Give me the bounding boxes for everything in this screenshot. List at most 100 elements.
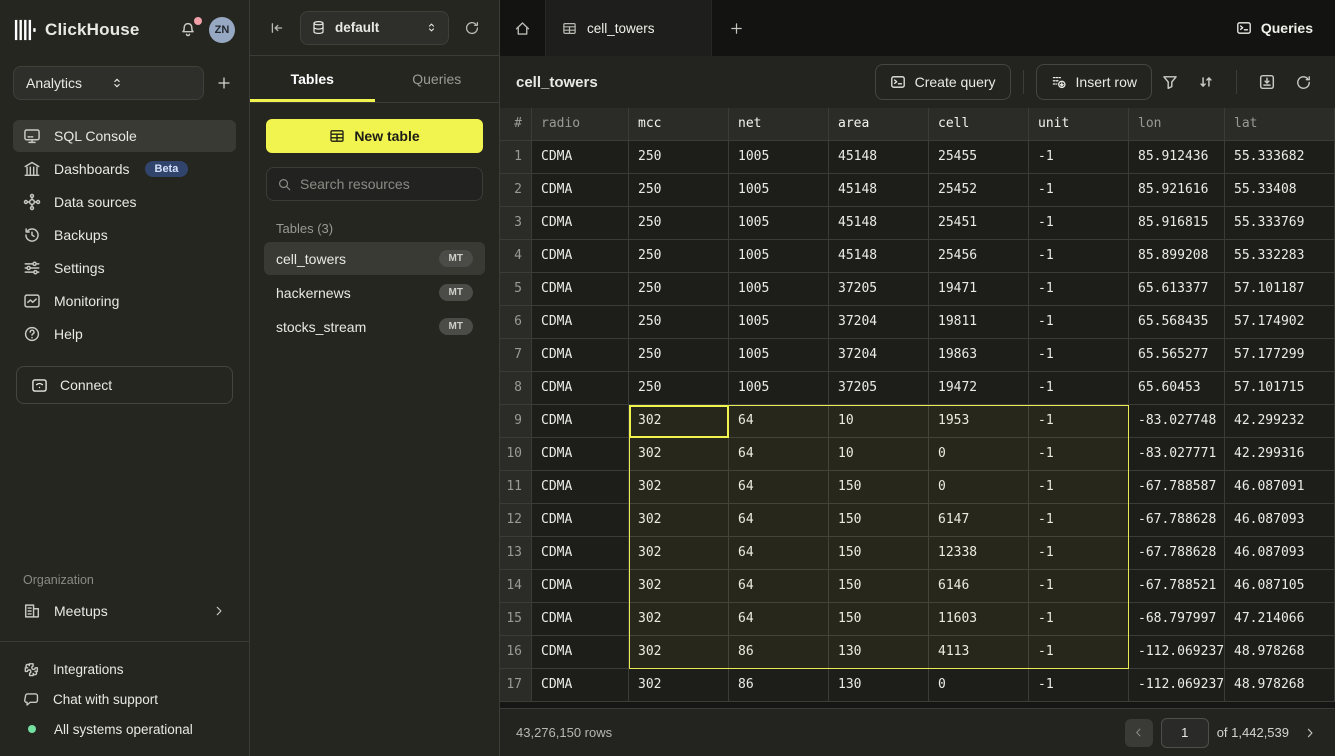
column-header-mcc[interactable]: mcc (629, 108, 729, 141)
table-cell[interactable]: 0 (929, 471, 1029, 504)
table-cell[interactable]: 37205 (829, 372, 929, 405)
table-cell[interactable]: 46.087091 (1225, 471, 1335, 504)
new-table-button[interactable]: New table (266, 119, 483, 153)
table-cell[interactable]: 45148 (829, 174, 929, 207)
table-cell[interactable]: -1 (1029, 372, 1129, 405)
table-cell[interactable]: 25451 (929, 207, 1029, 240)
table-cell[interactable]: 0 (929, 669, 1029, 702)
table-cell[interactable]: 302 (629, 471, 729, 504)
table-cell[interactable]: 55.333769 (1225, 207, 1335, 240)
column-header-lon[interactable]: lon (1129, 108, 1225, 141)
table-cell[interactable]: 302 (629, 438, 729, 471)
table-cell[interactable]: -68.797997 (1129, 603, 1225, 636)
table-cell[interactable]: -83.027748 (1129, 405, 1225, 438)
collapse-panel-icon[interactable] (264, 15, 290, 41)
table-cell[interactable]: 25455 (929, 141, 1029, 174)
row-number[interactable]: 10 (500, 438, 532, 471)
table-cell[interactable]: 1005 (729, 174, 829, 207)
download-icon[interactable] (1249, 64, 1285, 100)
row-number[interactable]: 17 (500, 669, 532, 702)
column-header-row-number[interactable]: # (500, 108, 532, 141)
table-cell[interactable]: CDMA (532, 273, 629, 306)
table-cell[interactable]: CDMA (532, 339, 629, 372)
search-input[interactable] (300, 176, 472, 192)
row-number[interactable]: 9 (500, 405, 532, 438)
table-cell[interactable]: 57.101715 (1225, 372, 1335, 405)
sidebar-item-sql-console[interactable]: SQL Console (13, 120, 236, 152)
sidebar-item-meetups[interactable]: Meetups (13, 595, 236, 627)
page-number-input[interactable] (1161, 718, 1209, 748)
table-cell[interactable]: 64 (729, 537, 829, 570)
column-header-net[interactable]: net (729, 108, 829, 141)
table-cell[interactable]: 302 (629, 636, 729, 669)
sidebar-item-monitoring[interactable]: Monitoring (13, 285, 236, 317)
sort-icon[interactable] (1188, 64, 1224, 100)
table-cell[interactable]: 19811 (929, 306, 1029, 339)
create-query-button[interactable]: Create query (875, 64, 1011, 100)
table-cell[interactable]: -1 (1029, 141, 1129, 174)
table-cell[interactable]: -1 (1029, 306, 1129, 339)
refresh-icon[interactable] (1285, 64, 1321, 100)
table-cell[interactable]: CDMA (532, 471, 629, 504)
refresh-tables-icon[interactable] (459, 15, 485, 41)
table-cell[interactable]: 85.921616 (1129, 174, 1225, 207)
sidebar-item-help[interactable]: Help (13, 318, 236, 350)
table-cell[interactable]: 250 (629, 339, 729, 372)
table-cell[interactable]: 37204 (829, 306, 929, 339)
table-cell[interactable]: 55.332283 (1225, 240, 1335, 273)
connect-button[interactable]: Connect (16, 366, 233, 404)
add-workspace-button[interactable] (212, 71, 236, 95)
table-cell[interactable]: 46.087105 (1225, 570, 1335, 603)
table-cell[interactable]: -1 (1029, 471, 1129, 504)
table-cell[interactable]: 6147 (929, 504, 1029, 537)
table-cell[interactable]: 11603 (929, 603, 1029, 636)
row-number[interactable]: 16 (500, 636, 532, 669)
table-cell[interactable]: 55.33408 (1225, 174, 1335, 207)
table-cell[interactable]: CDMA (532, 306, 629, 339)
system-status-link[interactable]: All systems operational (0, 714, 249, 744)
sidebar-item-dashboards[interactable]: Dashboards Beta (13, 153, 236, 185)
table-cell[interactable]: 65.613377 (1129, 273, 1225, 306)
table-cell[interactable]: 45148 (829, 141, 929, 174)
table-cell[interactable]: 47.214066 (1225, 603, 1335, 636)
table-cell[interactable]: 57.174902 (1225, 306, 1335, 339)
page-next-chevron-icon[interactable] (1299, 722, 1321, 744)
table-cell[interactable]: 130 (829, 669, 929, 702)
table-cell[interactable]: 1005 (729, 306, 829, 339)
table-cell[interactable]: -67.788628 (1129, 504, 1225, 537)
table-cell[interactable]: CDMA (532, 603, 629, 636)
page-prev-chevron-icon[interactable] (1125, 719, 1153, 747)
table-cell[interactable]: CDMA (532, 438, 629, 471)
table-cell[interactable]: 57.101187 (1225, 273, 1335, 306)
table-cell[interactable]: CDMA (532, 405, 629, 438)
table-cell[interactable]: 25456 (929, 240, 1029, 273)
table-cell[interactable]: 150 (829, 471, 929, 504)
table-cell[interactable]: 45148 (829, 240, 929, 273)
workspace-selector[interactable]: Analytics (13, 66, 204, 100)
table-cell[interactable]: 1953 (929, 405, 1029, 438)
column-header-lat[interactable]: lat (1225, 108, 1335, 141)
table-cell[interactable]: 25452 (929, 174, 1029, 207)
avatar[interactable]: ZN (209, 17, 235, 43)
table-cell[interactable]: -67.788521 (1129, 570, 1225, 603)
table-cell[interactable]: -1 (1029, 405, 1129, 438)
column-header-cell[interactable]: cell (929, 108, 1029, 141)
table-cell[interactable]: 6146 (929, 570, 1029, 603)
table-cell[interactable]: 10 (829, 438, 929, 471)
table-cell[interactable]: 130 (829, 636, 929, 669)
sidebar-item-settings[interactable]: Settings (13, 252, 236, 284)
table-cell[interactable]: 65.565277 (1129, 339, 1225, 372)
table-cell[interactable]: CDMA (532, 636, 629, 669)
table-cell[interactable]: 64 (729, 405, 829, 438)
table-cell[interactable]: 1005 (729, 372, 829, 405)
sidebar-item-backups[interactable]: Backups (13, 219, 236, 251)
table-cell[interactable]: 85.899208 (1129, 240, 1225, 273)
table-cell[interactable]: -1 (1029, 339, 1129, 372)
table-cell[interactable]: -67.788587 (1129, 471, 1225, 504)
table-list-item-hackernews[interactable]: hackernews MT (264, 276, 485, 309)
table-cell[interactable]: 150 (829, 537, 929, 570)
table-list-item-stocks-stream[interactable]: stocks_stream MT (264, 310, 485, 343)
notifications-bell-icon[interactable] (177, 19, 199, 41)
table-cell[interactable]: 46.087093 (1225, 537, 1335, 570)
table-cell[interactable]: 37205 (829, 273, 929, 306)
